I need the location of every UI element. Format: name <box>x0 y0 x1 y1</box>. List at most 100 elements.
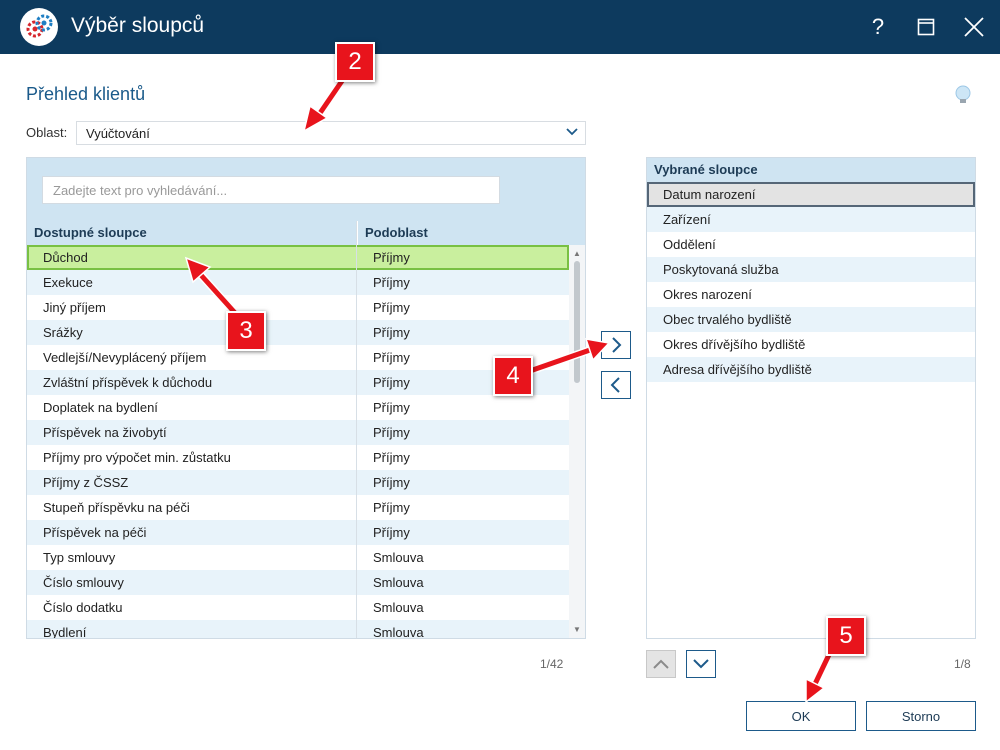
row-subarea: Příjmy <box>373 425 410 440</box>
gears-icon <box>20 8 58 46</box>
row-name: Příjmy pro výpočet min. zůstatku <box>27 445 357 470</box>
row-subarea: Příjmy <box>373 300 410 315</box>
row-name: Příspěvek na péči <box>27 520 357 545</box>
help-icon: ? <box>871 14 885 39</box>
list-item[interactable]: Srážky Příjmy <box>27 320 569 345</box>
row-name: Exekuce <box>27 270 357 295</box>
list-item[interactable]: Exekuce Příjmy <box>27 270 569 295</box>
row-subarea: Příjmy <box>373 450 410 465</box>
list-scrollbar[interactable]: ▲ ▼ <box>569 245 585 638</box>
list-item[interactable]: Bydlení Smlouva <box>27 620 569 639</box>
list-item[interactable]: Důchod Příjmy <box>27 245 569 270</box>
search-input[interactable]: Zadejte text pro vyhledávání... <box>42 176 500 204</box>
row-name: Důchod <box>27 245 357 270</box>
chevron-down-icon <box>566 128 578 136</box>
cancel-button[interactable]: Storno <box>866 701 976 731</box>
list-item[interactable]: Zařízení <box>647 207 975 232</box>
row-name: Číslo dodatku <box>27 595 357 620</box>
list-item[interactable]: Jiný příjem Příjmy <box>27 295 569 320</box>
row-subarea: Smlouva <box>373 600 424 615</box>
list-item[interactable]: Typ smlouvy Smlouva <box>27 545 569 570</box>
lightbulb-icon[interactable] <box>952 84 974 106</box>
list-item[interactable]: Okres dřívějšího bydliště <box>647 332 975 357</box>
move-down-button[interactable] <box>686 650 716 678</box>
help-button[interactable]: ? <box>860 10 896 44</box>
list-item[interactable]: Datum narození <box>647 182 975 207</box>
step-badge-2: 2 <box>335 42 375 82</box>
row-subarea: Příjmy <box>373 250 410 265</box>
available-columns-list: Důchod Příjmy Exekuce Příjmy Jiný příjem Př… <box>27 245 569 639</box>
selected-columns-panel: Vybrané sloupce Datum narození Zařízení … <box>646 157 976 639</box>
close-button[interactable] <box>956 10 992 44</box>
row-subarea: Smlouva <box>373 550 424 565</box>
scroll-thumb[interactable] <box>574 261 580 383</box>
list-item[interactable]: Příspěvek na péči Příjmy <box>27 520 569 545</box>
row-name: Číslo smlouvy <box>27 570 357 595</box>
step-badge-4: 4 <box>493 356 533 396</box>
scroll-up-icon[interactable]: ▲ <box>573 249 581 258</box>
column-header-subarea[interactable]: Podoblast <box>358 221 569 245</box>
row-subarea: Příjmy <box>373 525 410 540</box>
row-subarea: Příjmy <box>373 275 410 290</box>
row-subarea: Příjmy <box>373 350 410 365</box>
selected-columns-list: Datum narození Zařízení Oddělení Poskyto… <box>647 182 975 382</box>
row-subarea: Příjmy <box>373 375 410 390</box>
ok-button[interactable]: OK <box>746 701 856 731</box>
step-badge-5: 5 <box>826 616 866 656</box>
add-column-button[interactable] <box>601 331 631 359</box>
row-name: Srážky <box>27 320 357 345</box>
list-item[interactable]: Příjmy pro výpočet min. zůstatku Příjmy <box>27 445 569 470</box>
chevron-up-icon <box>653 659 669 669</box>
row-name: Příjmy z ČSSZ <box>27 470 357 495</box>
list-item[interactable]: Okres narození <box>647 282 975 307</box>
ok-button-label: OK <box>791 708 811 724</box>
area-select[interactable]: Vyúčtování <box>76 121 586 145</box>
row-name: Stupeň příspěvku na péči <box>27 495 357 520</box>
row-subarea: Příjmy <box>373 325 410 340</box>
list-item[interactable]: Příjmy z ČSSZ Příjmy <box>27 470 569 495</box>
list-item[interactable]: Zvláštní příspěvek k důchodu Příjmy <box>27 370 569 395</box>
area-label: Oblast: <box>26 125 68 140</box>
row-name: Bydlení <box>27 620 357 638</box>
row-name: Zvláštní příspěvek k důchodu <box>27 370 357 395</box>
row-subarea: Smlouva <box>373 625 424 639</box>
cancel-button-label: Storno <box>901 708 941 724</box>
move-up-button[interactable] <box>646 650 676 678</box>
remove-column-button[interactable] <box>601 371 631 399</box>
maximize-button[interactable] <box>908 10 944 44</box>
selected-count: 1/8 <box>954 657 971 671</box>
list-item[interactable]: Stupeň příspěvku na péči Příjmy <box>27 495 569 520</box>
available-columns-panel: Zadejte text pro vyhledávání... Dostupné… <box>26 157 586 639</box>
page-title: Přehled klientů <box>26 84 146 104</box>
chevron-left-icon <box>610 377 620 393</box>
maximize-icon <box>917 18 935 36</box>
row-name: Vedlejší/Nevyplácený příjem <box>27 345 357 370</box>
chevron-right-icon <box>612 337 622 353</box>
row-name: Doplatek na bydlení <box>27 395 357 420</box>
row-subarea: Příjmy <box>373 475 410 490</box>
row-subarea: Smlouva <box>373 575 424 590</box>
row-name: Typ smlouvy <box>27 545 357 570</box>
list-item[interactable]: Adresa dřívějšího bydliště <box>647 357 975 382</box>
list-item[interactable]: Obec trvalého bydliště <box>647 307 975 332</box>
search-bar: Zadejte text pro vyhledávání... <box>27 158 585 221</box>
row-subarea: Příjmy <box>373 500 410 515</box>
scroll-down-icon[interactable]: ▼ <box>573 625 581 634</box>
list-item[interactable]: Vedlejší/Nevyplácený příjem Příjmy <box>27 345 569 370</box>
list-item[interactable]: Číslo smlouvy Smlouva <box>27 570 569 595</box>
list-item[interactable]: Doplatek na bydlení Příjmy <box>27 395 569 420</box>
row-name: Příspěvek na živobytí <box>27 420 357 445</box>
column-header-available[interactable]: Dostupné sloupce <box>27 221 357 245</box>
window-title: Výběr sloupců <box>71 14 205 37</box>
row-subarea: Příjmy <box>373 400 410 415</box>
title-bar: Výběr sloupců ? <box>0 0 1000 54</box>
list-item[interactable]: Číslo dodatku Smlouva <box>27 595 569 620</box>
area-select-value: Vyúčtování <box>86 126 150 141</box>
list-item[interactable]: Příspěvek na živobytí Příjmy <box>27 420 569 445</box>
row-name: Jiný příjem <box>27 295 357 320</box>
chevron-down-icon <box>693 659 709 669</box>
close-icon <box>964 17 984 37</box>
column-header-spacer <box>569 221 585 245</box>
list-item[interactable]: Poskytovaná služba <box>647 257 975 282</box>
list-item[interactable]: Oddělení <box>647 232 975 257</box>
